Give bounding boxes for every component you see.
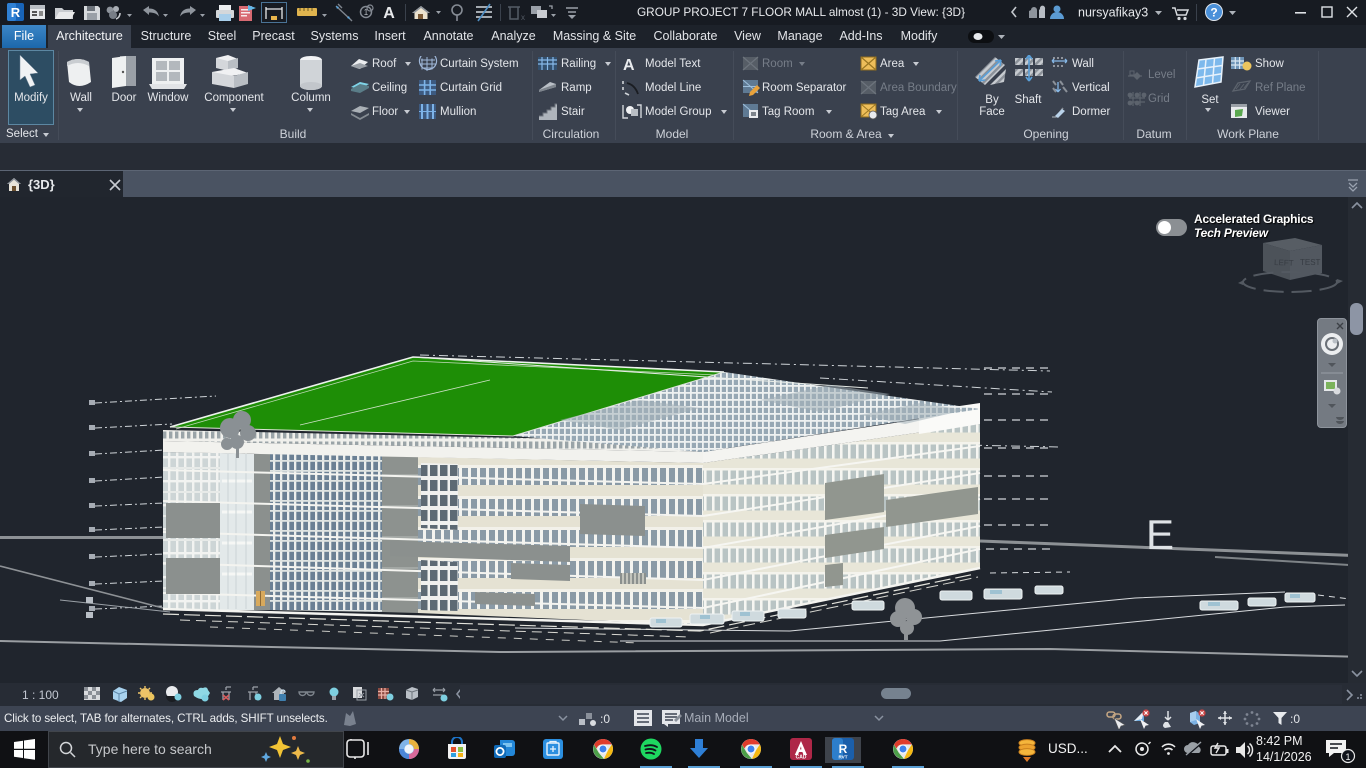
svg-text:x: x bbox=[521, 13, 525, 22]
svg-text:RVT: RVT bbox=[838, 755, 847, 760]
svg-text:nursyafikay3: nursyafikay3 bbox=[1078, 6, 1148, 20]
svg-text:1: 1 bbox=[364, 8, 369, 17]
svg-text:E: E bbox=[1146, 511, 1174, 558]
svg-text:CAD: CAD bbox=[796, 755, 807, 761]
svg-text:LEFT: LEFT bbox=[1274, 258, 1294, 268]
svg-text:A: A bbox=[623, 57, 635, 74]
svg-text:1: 1 bbox=[1345, 752, 1350, 762]
svg-text:R: R bbox=[11, 5, 21, 20]
svg-text:A: A bbox=[383, 5, 395, 22]
svg-text:?: ? bbox=[1210, 6, 1217, 20]
svg-text::0: :0 bbox=[1290, 712, 1300, 726]
svg-text:TEST: TEST bbox=[1300, 258, 1321, 267]
